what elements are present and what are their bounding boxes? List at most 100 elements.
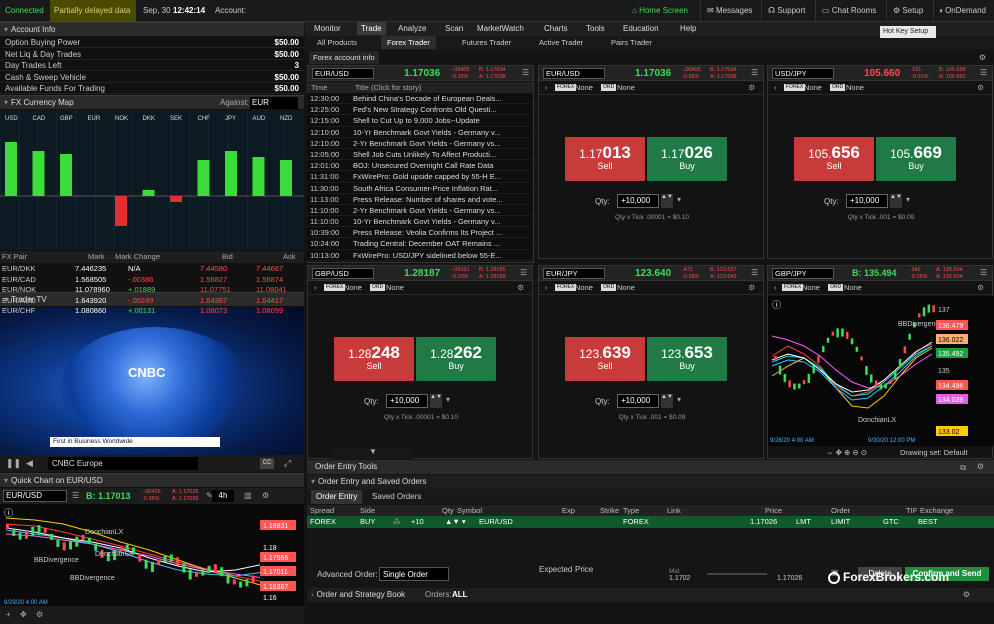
volume-icon[interactable]: ◀: [26, 455, 33, 472]
qty-stepper[interactable]: ▲▼: [430, 394, 442, 408]
channel-select[interactable]: CNBC Europe: [48, 457, 198, 470]
news-item[interactable]: 11:10:00 10-Yr Benchmark Govt Yields - Ge…: [307, 216, 532, 228]
order-cell-symbol[interactable]: EUR/USD: [479, 516, 513, 528]
messages-button[interactable]: ✉ Messages: [700, 0, 752, 22]
info-icon[interactable]: ⓘ: [772, 300, 781, 310]
order-select[interactable]: None: [846, 81, 864, 95]
settings-gear-icon[interactable]: ⚙: [977, 81, 984, 95]
order-cell-tif[interactable]: GTC: [883, 516, 899, 528]
menu-icon[interactable]: ☰: [751, 268, 758, 277]
subtab-3[interactable]: Active Trader: [533, 36, 589, 49]
order-select[interactable]: None: [386, 281, 404, 295]
qty-input[interactable]: +10,000: [617, 194, 659, 208]
subtab-4[interactable]: Pairs Trader: [605, 36, 658, 49]
news-item[interactable]: 10:24:00 Trading Central: December OAT Re…: [307, 238, 532, 250]
news-item[interactable]: 11:30:00 South Africa Consumer-Price Infl…: [307, 183, 532, 194]
gbpjpy-symbol-select[interactable]: GBP/JPY: [772, 268, 834, 279]
link-select[interactable]: None: [344, 281, 362, 295]
settings-gear-icon[interactable]: ⚙: [748, 81, 755, 95]
menu-marketwatch[interactable]: MarketWatch: [473, 22, 528, 35]
expand-arrow-icon[interactable]: ›: [774, 83, 777, 92]
news-item[interactable]: 11:10:00 2-Yr Benchmark Govt Yields - Ger…: [307, 205, 532, 217]
qty-stepper[interactable]: ▲▼ ▾: [445, 516, 466, 528]
qty-stepper[interactable]: ▲▼: [890, 194, 902, 208]
news-item[interactable]: 12:25:00 Fed's New Strategy Confronts Old…: [307, 104, 532, 116]
order-row[interactable]: FOREX BUY +10 EUR/USD FOREX 1.17026 LMT LIMIT GT…: [307, 516, 994, 528]
fx-row[interactable]: EUR/NOK 11.078960 +.01889 11.07751 11.08041: [0, 284, 304, 295]
expand-arrow-icon[interactable]: ›: [545, 283, 548, 292]
link-select[interactable]: None: [575, 81, 593, 95]
chat-rooms-button[interactable]: ▭ Chat Rooms: [815, 0, 876, 22]
symbol-select[interactable]: EUR/JPY: [543, 268, 605, 279]
order-cell-qty[interactable]: +10: [411, 516, 424, 528]
settings-gear-icon[interactable]: ⚙: [748, 281, 755, 295]
tab-saved-orders[interactable]: Saved Orders: [367, 490, 426, 504]
menu-scan[interactable]: Scan: [441, 22, 467, 35]
news-item[interactable]: 10:13:00 FxWirePro: USD/JPY sidelined bel…: [307, 250, 532, 261]
qty-input[interactable]: +10,000: [617, 394, 659, 408]
order-select[interactable]: None: [617, 81, 635, 95]
symbol-select[interactable]: EUR/USD: [543, 68, 605, 79]
news-item[interactable]: 12:05:00 Shell Job Cuts Unlikely To Affec…: [307, 149, 532, 161]
order-cell-pricetype[interactable]: LMT: [796, 516, 811, 528]
menu-icon[interactable]: ☰: [520, 268, 527, 277]
subtab-0[interactable]: All Products: [311, 36, 363, 49]
fx-row[interactable]: EUR/CHF 1.080860 +.00131 1.08073 1.08099: [0, 305, 304, 316]
order-cell-order[interactable]: LIMIT: [831, 516, 850, 528]
subtab-2[interactable]: Futures Trader: [456, 36, 517, 49]
order-cell-spread[interactable]: FOREX: [310, 516, 336, 528]
menu-icon[interactable]: ☰: [980, 68, 987, 77]
settings-gear-icon[interactable]: ⚙: [262, 488, 269, 504]
link-select[interactable]: None: [575, 281, 593, 295]
timeframe-select[interactable]: 4h: [212, 490, 234, 502]
news-item[interactable]: 12:15:00 Shell to Cut Up to 9,000 Jobs--U…: [307, 115, 532, 127]
screenshot-icon[interactable]: ⧉: [960, 461, 966, 475]
menu-charts[interactable]: Charts: [540, 22, 572, 35]
collapse-arrow-icon[interactable]: ▾: [4, 25, 8, 34]
order-select[interactable]: None: [617, 281, 635, 295]
fx-row[interactable]: EUR/CAD 1.568505 -.00386 1.56827 1.56874: [0, 274, 304, 285]
home-screen-button[interactable]: ⌂ Home Screen: [632, 0, 688, 22]
video-player[interactable]: CNBC First in Business Worldwide: [0, 307, 304, 455]
fx-map-header[interactable]: ▾ FX Currency Map Against: EUR: [0, 95, 304, 109]
order-type-icon[interactable]: ⁂: [393, 516, 401, 528]
oeso-header[interactable]: ▾ Order Entry and Saved Orders: [307, 475, 994, 489]
expand-arrow-icon[interactable]: ›: [314, 283, 317, 292]
sell-button[interactable]: 123.639 Sell: [565, 337, 645, 381]
sell-button[interactable]: 1.17013 Sell: [565, 137, 645, 181]
expand-arrow-icon[interactable]: ›: [311, 590, 314, 599]
news-item[interactable]: 11:13:00 Press Release: Number of shares …: [307, 194, 532, 205]
gear-icon[interactable]: ⚙: [977, 460, 984, 474]
settings-gear-icon[interactable]: ⚙: [517, 281, 524, 295]
fx-row[interactable]: EUR/AUD 1.643920 -.00249 1.64367 1.64417: [0, 295, 304, 306]
tab-order-entry[interactable]: Order Entry: [311, 490, 363, 504]
gbpjpy-chart[interactable]: ⓘBBDivergenceDonchianLX137136.479136.022…: [768, 296, 994, 446]
pan-arrows-icon[interactable]: ⇔ ✥ ⊕ ⊖ ⊙: [826, 446, 867, 459]
qty-input[interactable]: +10,000: [846, 194, 888, 208]
expand-arrow-icon[interactable]: ›: [545, 83, 548, 92]
advanced-order-select[interactable]: Single Order: [379, 567, 449, 581]
menu-icon[interactable]: ☰: [751, 68, 758, 77]
menu-icon[interactable]: ☰: [980, 268, 987, 277]
quick-chart-header[interactable]: ▾ Quick Chart on EUR/USD: [0, 473, 304, 487]
order-cell-price[interactable]: 1.17026: [750, 516, 777, 528]
gear-icon[interactable]: ⚙: [963, 588, 970, 602]
menu-monitor[interactable]: Monitor: [310, 22, 345, 35]
buy-button[interactable]: 105.669 Buy: [876, 137, 956, 181]
collapse-arrow-icon[interactable]: ▾: [4, 98, 8, 107]
news-item[interactable]: 12:30:00 Behind China's Decade of Europea…: [307, 93, 532, 105]
order-entry-tools-header[interactable]: Order Entry Tools ⧉ ⚙: [307, 460, 994, 474]
settings-gear-icon[interactable]: ⚙: [979, 50, 986, 65]
order-cell-side[interactable]: BUY: [360, 516, 375, 528]
menu-analyze[interactable]: Analyze: [394, 22, 430, 35]
link-select[interactable]: None: [804, 81, 822, 95]
fx-row[interactable]: EUR/DKK 7.446235 N/A 7.44580 7.44667: [0, 263, 304, 274]
buy-button[interactable]: 123.653 Buy: [647, 337, 727, 381]
fullscreen-icon[interactable]: ⤢: [284, 455, 291, 472]
symbol-select[interactable]: USD/JPY: [772, 68, 834, 79]
qty-input[interactable]: +10,000: [386, 394, 428, 408]
sell-button[interactable]: 1.28248 Sell: [334, 337, 414, 381]
qty-dropdown-icon[interactable]: ▾: [446, 395, 450, 404]
ondemand-button[interactable]: ◑ OnDemand: [933, 0, 994, 22]
order-cell-type[interactable]: FOREX: [623, 516, 649, 528]
